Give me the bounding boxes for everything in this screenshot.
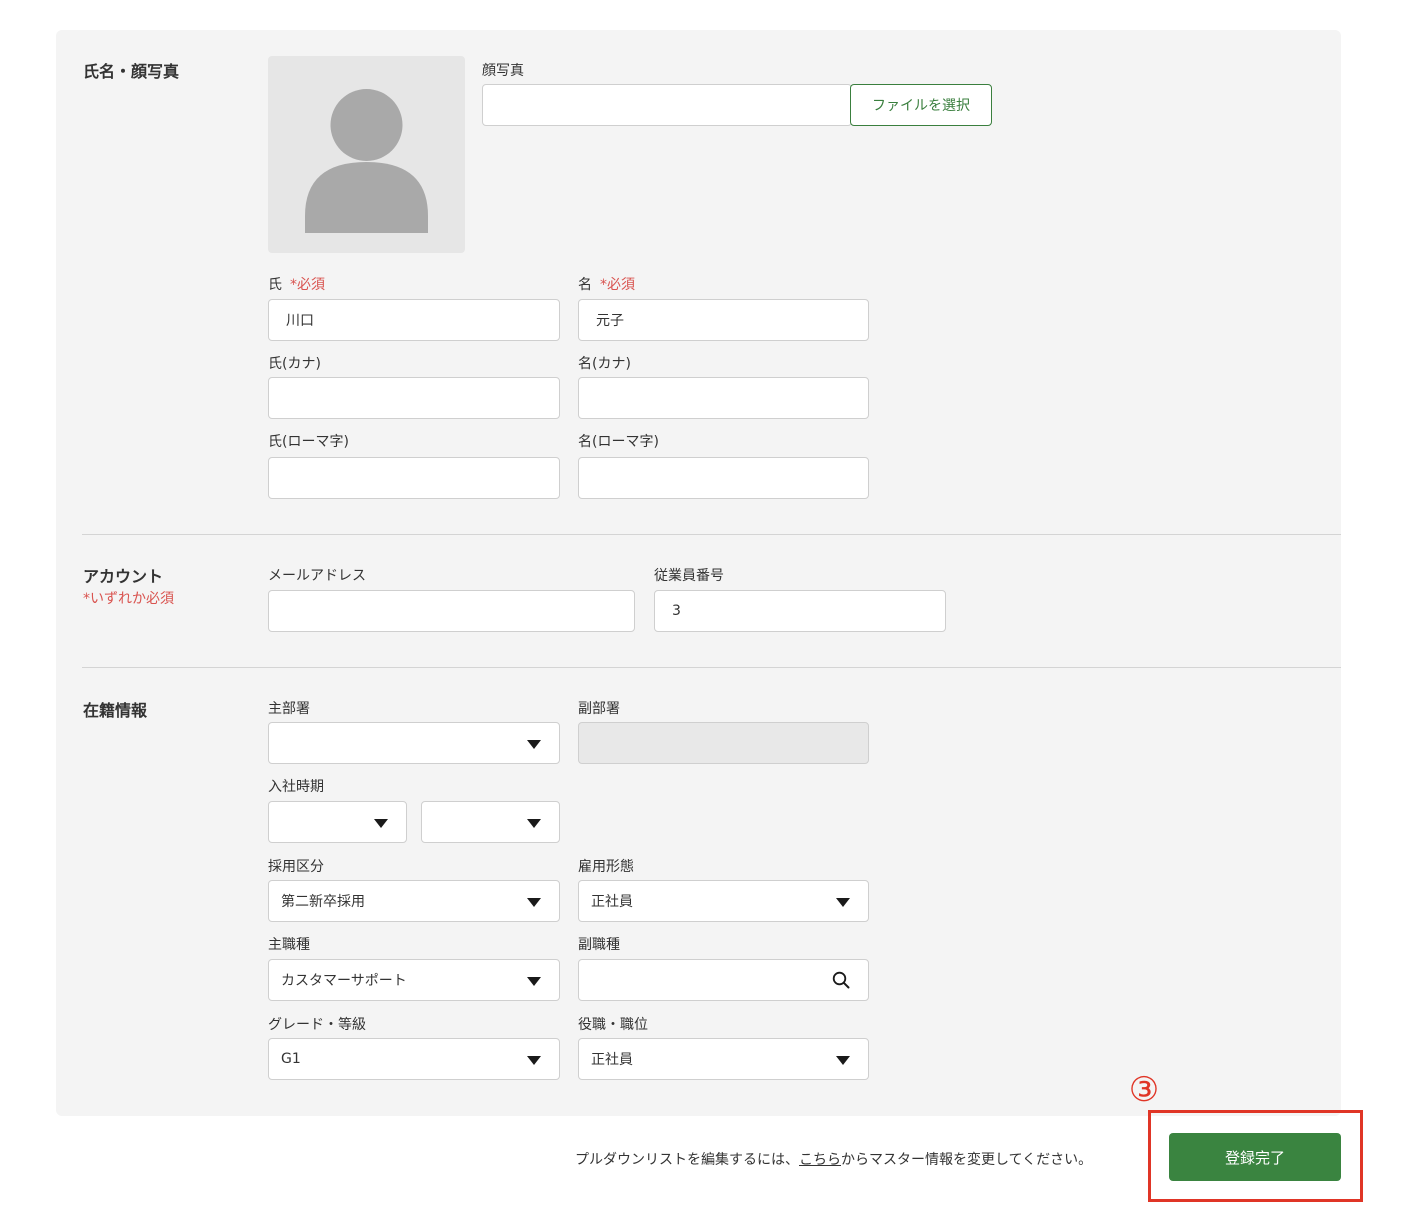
main-job-select[interactable]: カスタマーサポート xyxy=(268,959,560,1001)
callout-highlight-box xyxy=(1148,1110,1363,1202)
main-job-label: 主職種 xyxy=(268,937,310,953)
sub-job-search-input[interactable] xyxy=(578,959,869,1001)
caret-down-icon xyxy=(836,898,850,907)
callout-step-number: ③ xyxy=(1128,1070,1160,1110)
employment-type-value: 正社員 xyxy=(591,894,633,910)
sub-job-label: 副職種 xyxy=(578,937,620,953)
first-name-label: 名 *必須 xyxy=(578,277,635,293)
join-date-label: 入社時期 xyxy=(268,779,324,795)
email-label: メールアドレス xyxy=(268,568,366,584)
last-name-roman-input[interactable] xyxy=(268,457,560,499)
position-value: 正社員 xyxy=(591,1052,633,1068)
section-title-account: アカウント xyxy=(83,567,164,586)
required-mark: *必須 xyxy=(290,277,325,293)
photo-file-path-input[interactable] xyxy=(482,84,852,126)
last-name-kana-label: 氏(カナ) xyxy=(268,356,321,372)
avatar-placeholder xyxy=(268,56,465,253)
first-name-kana-input[interactable] xyxy=(578,377,869,419)
caret-down-icon xyxy=(836,1056,850,1065)
email-input[interactable] xyxy=(268,590,635,632)
join-year-select[interactable] xyxy=(268,801,407,843)
caret-down-icon xyxy=(527,740,541,749)
first-name-kana-label: 名(カナ) xyxy=(578,356,631,372)
caret-down-icon xyxy=(527,819,541,828)
caret-down-icon xyxy=(527,898,541,907)
main-department-select[interactable] xyxy=(268,722,560,764)
caret-down-icon xyxy=(527,1056,541,1065)
last-name-roman-label: 氏(ローマ字) xyxy=(268,434,349,450)
employee-number-input[interactable]: 3 xyxy=(654,590,946,632)
person-icon xyxy=(305,89,428,233)
account-required-note: *いずれか必須 xyxy=(83,591,174,607)
photo-label: 顔写真 xyxy=(482,63,524,79)
grade-value: G1 xyxy=(281,1051,301,1067)
master-edit-link[interactable]: こちら xyxy=(799,1152,841,1168)
section-divider xyxy=(82,667,1341,668)
section-title-profile: 氏名・顔写真 xyxy=(83,62,180,81)
last-name-kana-input[interactable] xyxy=(268,377,560,419)
position-label: 役職・職位 xyxy=(578,1017,648,1033)
hiring-type-label: 採用区分 xyxy=(268,859,324,875)
grade-label: グレード・等級 xyxy=(268,1017,366,1033)
caret-down-icon xyxy=(374,819,388,828)
caret-down-icon xyxy=(527,977,541,986)
main-department-label: 主部署 xyxy=(268,701,310,717)
main-job-value: カスタマーサポート xyxy=(281,973,407,989)
employment-type-select[interactable]: 正社員 xyxy=(578,880,869,922)
master-edit-note: プルダウンリストを編集するには、こちらからマスター情報を変更してください。 xyxy=(575,1152,1093,1168)
choose-file-button[interactable]: ファイルを選択 xyxy=(850,84,992,126)
employment-type-label: 雇用形態 xyxy=(578,859,634,875)
last-name-input[interactable]: 川口 xyxy=(268,299,560,341)
required-mark: *必須 xyxy=(600,277,635,293)
join-month-select[interactable] xyxy=(421,801,560,843)
search-icon[interactable] xyxy=(832,971,850,989)
hiring-type-value: 第二新卒採用 xyxy=(281,894,365,910)
hiring-type-select[interactable]: 第二新卒採用 xyxy=(268,880,560,922)
sub-department-label: 副部署 xyxy=(578,701,620,717)
position-select[interactable]: 正社員 xyxy=(578,1038,869,1080)
last-name-label: 氏 *必須 xyxy=(268,277,325,293)
first-name-roman-label: 名(ローマ字) xyxy=(578,434,659,450)
grade-select[interactable]: G1 xyxy=(268,1038,560,1080)
section-title-employment: 在籍情報 xyxy=(83,701,148,720)
first-name-input[interactable]: 元子 xyxy=(578,299,869,341)
sub-department-field xyxy=(578,722,869,764)
first-name-roman-input[interactable] xyxy=(578,457,869,499)
section-divider xyxy=(82,534,1341,535)
employee-number-label: 従業員番号 xyxy=(654,568,724,584)
